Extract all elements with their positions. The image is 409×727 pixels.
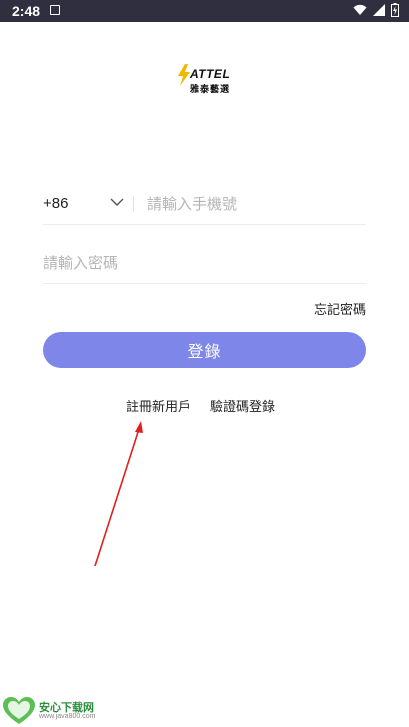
battery-icon [391,3,399,17]
watermark-url: www.java800.com [39,713,96,720]
login-button[interactable]: 登錄 [43,332,366,368]
sms-login-link[interactable]: 驗證碼登錄 [210,396,275,415]
signal-icon [373,4,385,16]
logo-subtitle: 雅泰藝選 [190,84,231,94]
divider [133,196,134,212]
watermark: 安心下载网 www.java800.com [2,697,112,725]
app-logo: ATTEL 雅泰藝選 [176,64,234,96]
status-bar: 2:48 [0,0,409,22]
password-input[interactable] [43,251,343,275]
chevron-down-icon[interactable] [110,198,124,207]
register-link[interactable]: 註冊新用戶 [126,396,191,415]
forgot-password-link[interactable]: 忘記密碼 [314,299,366,318]
heart-logo-icon [3,697,35,724]
logo-wordmark: ATTEL [190,67,231,81]
phone-input[interactable] [147,192,357,216]
password-row [43,247,366,284]
status-time: 2:48 [12,3,41,19]
wifi-icon [353,4,367,15]
status-icons [353,3,399,17]
notification-icon [50,5,60,15]
secondary-links: 註冊新用戶 驗證碼登錄 [126,396,275,415]
phone-row: +86 [43,188,366,225]
country-code[interactable]: +86 [43,195,68,212]
